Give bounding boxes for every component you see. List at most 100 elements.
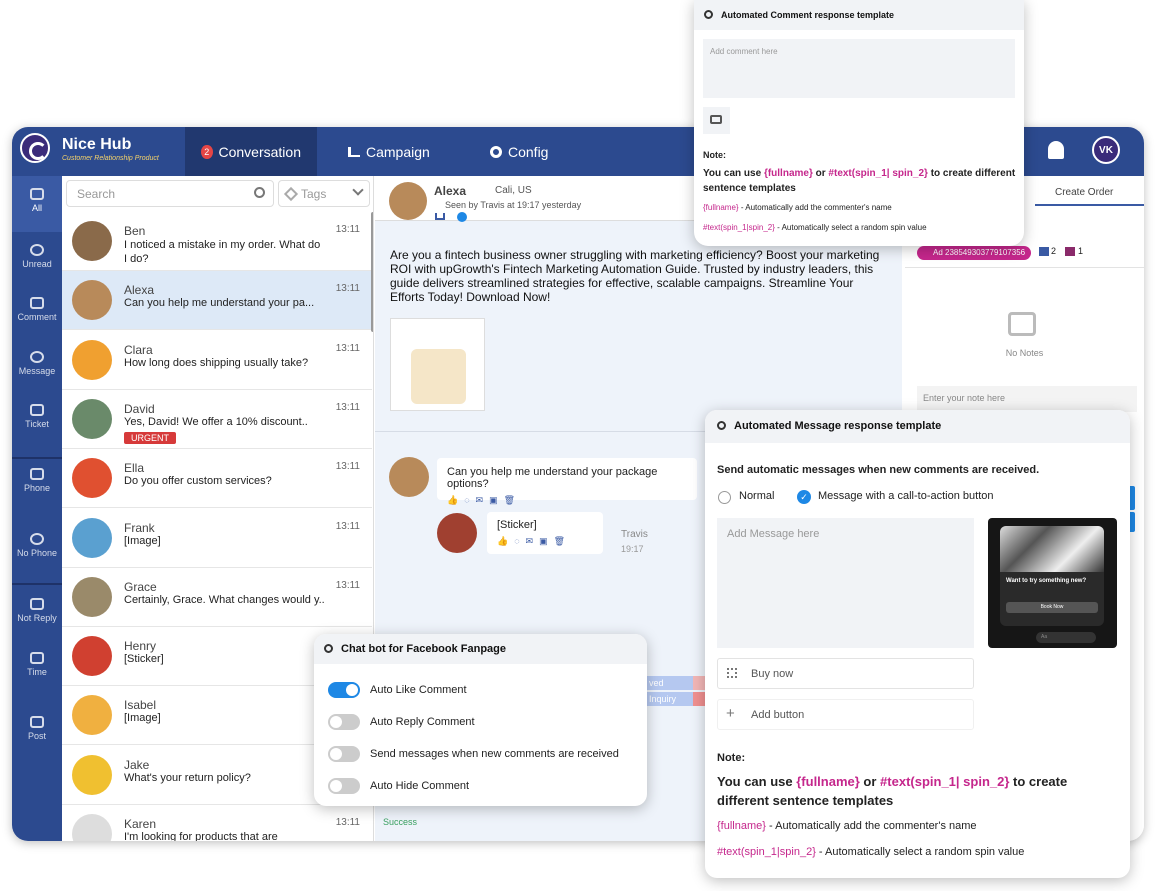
radio-cta-label: Message with a call-to-action button [818,490,994,502]
grid-icon [30,188,44,200]
avatar [72,517,112,558]
contact-name: Ella [124,461,145,476]
note-line-spin: #text(spin_1|spin_2} - Automatically sel… [717,846,1025,858]
toggle-switch[interactable] [328,682,360,698]
create-order-tab[interactable]: Create Order [1055,187,1113,198]
contact-location: Cali, US [495,185,532,196]
radio-cta-checked-icon[interactable]: ✓ [797,490,811,504]
note-input[interactable]: Enter your note here [917,386,1137,412]
message-input[interactable]: Add Message here [717,518,974,648]
conversation-badge: 2 [201,144,213,159]
sidebar-item-not-reply[interactable]: Not Reply [12,598,62,623]
contact-name: Isabel [124,698,157,713]
messenger-preview: Want to try something new? Book Now Aa [988,518,1117,648]
message-time: 13:11 [335,520,360,532]
post-image[interactable] [390,318,485,411]
plus-icon: + [726,705,735,722]
radio-normal[interactable] [718,491,731,504]
buy-now-button-field[interactable]: Buy now [717,658,974,689]
add-button[interactable]: Add button [717,699,974,730]
list-item[interactable]: Ben 13:11 I noticed a mistake in my order.… [62,212,372,271]
tray-icon[interactable] [435,213,445,220]
bell-icon[interactable] [1048,141,1064,159]
calendar-icon [30,652,44,664]
message-bubble[interactable]: Can you help me understand your package … [437,458,697,505]
sidebar-item-label: Message [18,366,56,376]
avatar [72,458,112,499]
contact-name: Henry [124,639,157,654]
sidebar-item-time[interactable]: Time [12,652,62,677]
sidebar-item-phone[interactable]: Phone [12,468,62,493]
eye-icon [30,244,44,256]
user-icon[interactable] [457,212,467,222]
list-item[interactable]: Clara 13:11 How long does shipping usually… [62,331,372,390]
message-preview: I noticed a mistake in my order. What do… [124,239,321,265]
seen-status: Seen by Travis at 19:17 yesterday [445,200,582,210]
sidebar-item-label: Time [27,667,47,677]
avatar[interactable]: VK [1092,136,1120,164]
tab-conversation[interactable]: 2 Conversation [185,127,317,176]
comment-input[interactable]: Add comment here [703,39,1015,98]
avatar [72,754,112,795]
ad-badge[interactable]: Ad 238549303779107356 [917,246,1032,260]
sidebar-item-comment[interactable]: Comment [12,297,62,322]
note-label: Note: [703,150,726,160]
contact-name: Ben [124,224,146,238]
note-line-fullname: {fullname} - Automatically add the comme… [703,203,892,212]
card-title: Automated Message response template [734,420,942,432]
message-time: 13:11 [335,401,360,413]
list-item[interactable]: Ella 13:11 Do you offer custom services? [62,449,372,509]
sidebar-divider [12,457,62,459]
count-a: 2 [1051,246,1057,256]
message-preview: [Image] [124,534,161,547]
message-time: 13:11 [335,342,360,354]
sticker-bubble[interactable]: [Sticker] 👍◌✉▣🗑 [487,512,603,554]
toggle-label: Send messages when new comments are rece… [370,748,619,760]
chatbot-card: Chat bot for Facebook Fanpage Auto Like … [314,634,647,806]
sidebar-item-ticket[interactable]: Ticket [12,404,62,429]
tab-campaign[interactable]: Campaign [332,127,446,176]
message-preview: How long does shipping usually take? [124,356,309,369]
sidebar-item-post[interactable]: Post [12,716,62,741]
message-actions[interactable]: 👍◌✉▣🗑 [447,495,687,506]
list-item[interactable]: Frank 13:11 [Image] [62,509,372,568]
sidebar-item-message[interactable]: Message [12,351,62,376]
note-line-spin: #text(spin_1|spin_2} - Automatically sel… [703,223,927,232]
sidebar-item-no-phone[interactable]: No Phone [12,533,62,558]
message-actions[interactable]: 👍◌✉▣🗑 [497,536,593,547]
toggle-switch[interactable] [328,778,360,794]
contact-name: Karen [124,817,157,831]
sidebar-item-all[interactable]: All [12,176,62,232]
list-item[interactable]: Grace 13:11 Certainly, Grace. What changes… [62,568,372,627]
list-icon [1039,247,1049,256]
urgent-badge: URGENT [124,431,176,444]
sidebar-item-unread[interactable]: Unread [12,244,62,269]
camera-icon[interactable] [703,107,730,134]
preview-title: Want to try something new? [1006,578,1087,584]
phone-icon [30,468,44,480]
tab-conversation-label: Conversation [218,143,302,160]
tab-config[interactable]: Config [474,127,564,176]
toggle-switch[interactable] [328,714,360,730]
comment-icon [30,297,44,309]
message-time: 13:11 [335,579,360,591]
expand-icon [727,668,737,678]
tab-underline [1035,204,1144,206]
gear-icon [490,145,502,158]
list-item[interactable]: Karen 13:11 I'm looking for products that … [62,805,372,841]
search-input[interactable]: Search [66,180,274,207]
contact-name: Alexa [434,184,467,198]
card-title: Chat bot for Facebook Fanpage [341,643,507,655]
list-item[interactable]: Alexa 13:11 Can you help me understand you… [62,271,372,331]
contact-name: Clara [124,342,153,357]
scrollbar[interactable] [371,212,373,332]
card-header: Automated Message response template [705,410,1130,443]
count-b: 1 [1078,246,1084,256]
sidebar-item-label: Unread [22,259,52,269]
contact-name: Frank [124,520,155,535]
status-text: Success [383,817,418,827]
list-item[interactable]: David 13:11 Yes, David! We offer a 10% dis… [62,390,372,449]
avatar [72,636,112,677]
inbox-icon [1008,312,1036,336]
toggle-switch[interactable] [328,746,360,762]
